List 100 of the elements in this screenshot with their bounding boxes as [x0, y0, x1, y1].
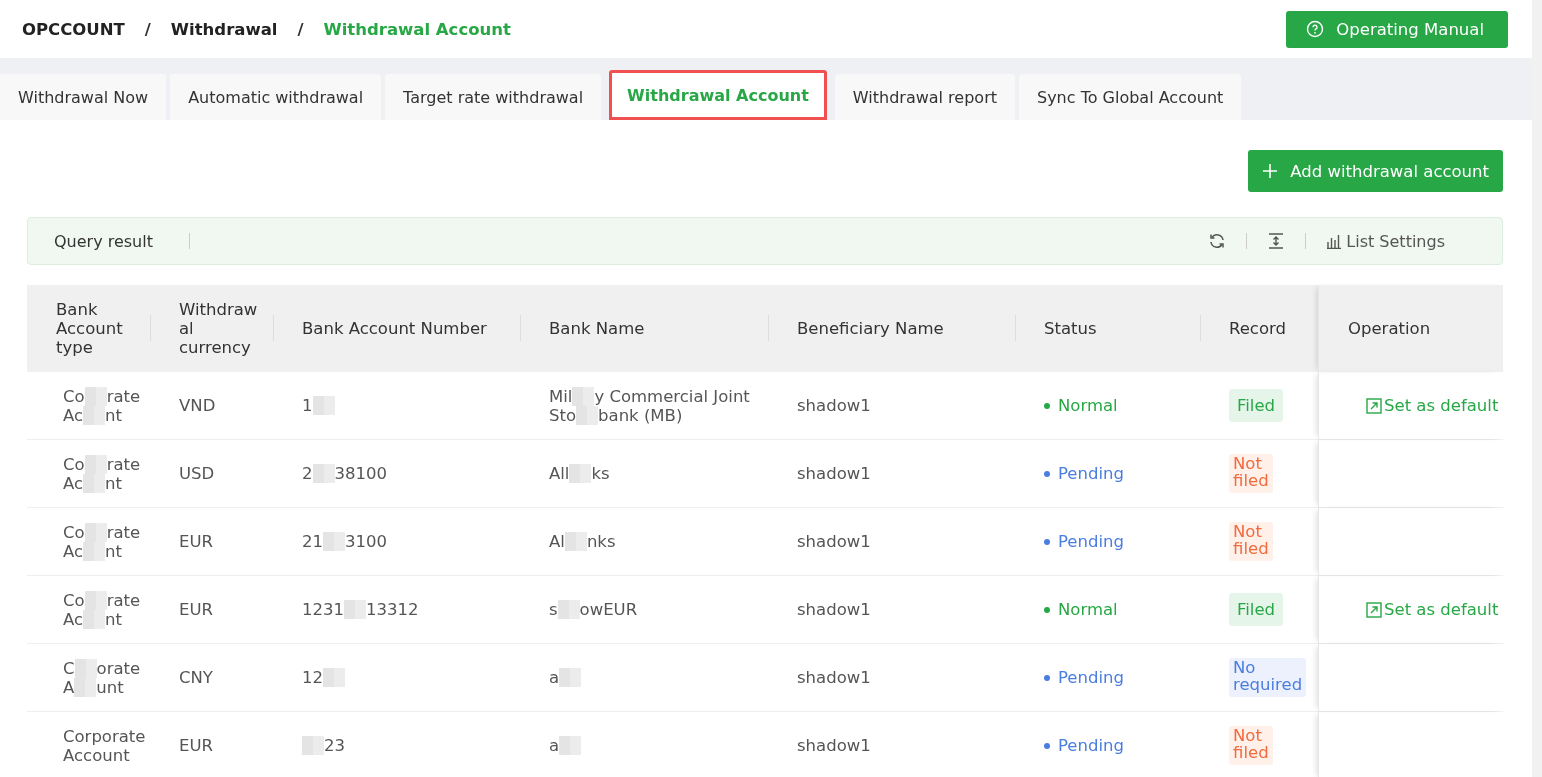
query-result-title: Query result	[54, 231, 153, 251]
table-row[interactable]: C orate A unt CNY 12 a shadow1 Pending No required	[27, 644, 1503, 712]
bank-name-text: Al	[549, 532, 565, 551]
account-type-text: nt	[105, 609, 122, 629]
tab[interactable]: Withdrawal Now	[0, 74, 167, 120]
expand-icon[interactable]	[1267, 232, 1286, 250]
account-type-text: Co	[63, 386, 85, 406]
account-type-text: A	[63, 677, 75, 697]
table-row[interactable]: Co rate Ac nt EUR 1231 13312 s owEUR shadow1 Normal Filed Set as default	[27, 576, 1503, 644]
account-type-text: nt	[105, 541, 122, 561]
redaction-mosaic	[83, 405, 106, 425]
tab[interactable]: Withdrawal report	[834, 74, 1015, 120]
account-type-text: nt	[105, 405, 122, 425]
redaction-mosaic	[74, 658, 97, 678]
account-type-text: Ac	[63, 541, 84, 561]
account-number-text: 23	[324, 736, 345, 755]
refresh-icon[interactable]	[1208, 232, 1227, 250]
currency-text: USD	[179, 464, 215, 483]
column-header: Record	[1229, 319, 1286, 338]
redaction-mosaic	[564, 532, 587, 551]
record-tag: Not filed	[1229, 454, 1273, 493]
account-type-text: Account	[63, 745, 130, 765]
external-link-icon	[1366, 601, 1382, 618]
redaction-mosaic	[312, 464, 335, 483]
record-tag: Filed	[1229, 593, 1284, 626]
redaction-mosaic	[84, 522, 107, 542]
currency-text: VND	[179, 396, 216, 415]
table-row[interactable]: Co rate Ac nt USD 2 38100 All ks shadow1 Pending Not filed	[27, 440, 1503, 508]
status-label: Normal	[1044, 396, 1118, 415]
beneficiary-text: shadow1	[797, 464, 871, 483]
bank-name-text: nks	[586, 532, 616, 551]
beneficiary-text: shadow1	[797, 736, 871, 755]
redaction-mosaic	[323, 668, 345, 687]
status-label: Normal	[1044, 600, 1118, 619]
account-type-text: Co	[63, 522, 85, 542]
account-number-text: 3100	[345, 532, 387, 551]
tab[interactable]: Target rate withdrawal	[385, 74, 602, 120]
currency-text: EUR	[179, 600, 213, 619]
redaction-mosaic	[559, 668, 582, 687]
list-settings-button[interactable]: List Settings	[1326, 231, 1445, 251]
help-icon	[1306, 20, 1325, 38]
status-label: Pending	[1044, 464, 1124, 483]
account-type-text: Co	[63, 454, 85, 474]
record-tag: No required	[1229, 658, 1307, 697]
breadcrumb-separator: /	[297, 19, 304, 39]
bank-name-text: Sto	[549, 405, 577, 425]
bar-chart-icon	[1326, 233, 1343, 249]
status-label: Pending	[1044, 532, 1124, 551]
redaction-mosaic	[83, 541, 106, 561]
record-tag: Filed	[1229, 389, 1284, 422]
currency-text: EUR	[179, 532, 213, 551]
account-type-text: Ac	[63, 405, 84, 425]
redaction-mosaic	[557, 600, 580, 619]
beneficiary-text: shadow1	[797, 396, 871, 415]
bank-name-text: All	[549, 464, 570, 483]
bank-name-text: owEUR	[579, 600, 638, 619]
bank-name-text: ks	[591, 464, 610, 483]
account-type-text: Ac	[63, 473, 84, 493]
beneficiary-text: shadow1	[797, 600, 871, 619]
table-row[interactable]: Co rate Ac nt EUR 21 3100 Al nks shadow1 Pending Not filed	[27, 508, 1503, 576]
redaction-mosaic	[84, 590, 107, 610]
account-number-text: 21	[302, 532, 323, 551]
account-type-text: Ac	[63, 609, 84, 629]
bank-name-text: Mil	[549, 386, 573, 406]
tab[interactable]: Automatic withdrawal	[170, 74, 382, 120]
beneficiary-text: shadow1	[797, 532, 871, 551]
column-header: Bank Account type	[56, 300, 123, 357]
beneficiary-text: shadow1	[797, 668, 871, 687]
plus-icon	[1262, 163, 1279, 179]
redaction-mosaic	[572, 386, 595, 406]
redaction-mosaic	[302, 736, 324, 755]
redaction-mosaic	[84, 386, 107, 406]
breadcrumb-item[interactable]: Withdrawal	[170, 19, 278, 39]
record-tag: Not filed	[1229, 726, 1273, 765]
column-header: Status	[1044, 319, 1097, 338]
bank-name-text: bank (MB)	[598, 405, 683, 425]
redaction-mosaic	[559, 736, 582, 755]
account-type-text: Corporate	[63, 726, 146, 746]
column-header: Bank Name	[549, 319, 645, 338]
table-row[interactable]: Co rate Ac nt VND 1 Mil y Commercial Joint Sto bank (MB) shadow1 Normal Filed Set as default	[27, 372, 1503, 440]
account-type-text: Co	[63, 590, 85, 610]
breadcrumb-separator: /	[144, 19, 151, 39]
account-number-text: 2	[302, 464, 313, 483]
currency-text: EUR	[179, 736, 213, 755]
tab[interactable]: Sync To Global Account	[1019, 74, 1242, 120]
redaction-mosaic	[344, 600, 366, 619]
account-type-text: rate	[106, 522, 141, 542]
account-type-text: nt	[105, 473, 122, 493]
account-type-text: unt	[96, 677, 124, 697]
account-type-text: rate	[106, 590, 141, 610]
redaction-mosaic	[84, 454, 107, 474]
bank-name-text: s	[549, 600, 558, 619]
account-number-text: 1231	[302, 600, 344, 619]
breadcrumb-item[interactable]: OPCCOUNT	[22, 19, 125, 39]
record-tag: Not filed	[1229, 522, 1273, 561]
account-number-text: 1	[302, 396, 313, 415]
account-type-text: C	[63, 658, 75, 678]
account-number-text: 12	[302, 668, 323, 687]
column-header: Bank Account Number	[302, 319, 487, 338]
redaction-mosaic	[83, 609, 106, 629]
